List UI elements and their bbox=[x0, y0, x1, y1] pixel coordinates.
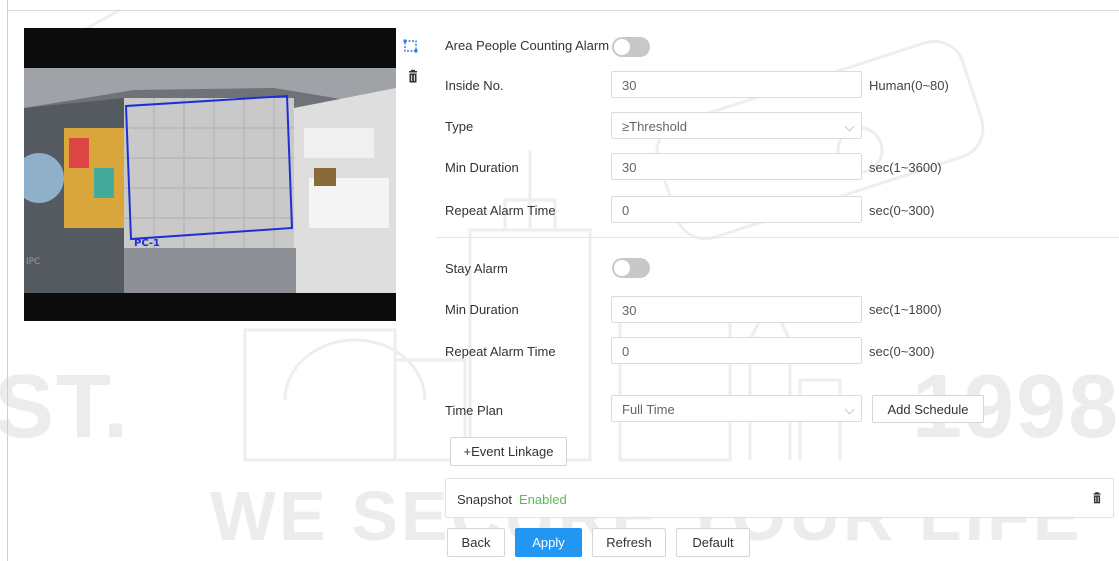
snapshot-label: Snapshot bbox=[457, 492, 512, 507]
min-duration-label: Min Duration bbox=[445, 160, 519, 175]
section-divider bbox=[436, 237, 1119, 238]
snapshot-row: Snapshot Enabled bbox=[445, 478, 1114, 518]
add-schedule-button[interactable]: Add Schedule bbox=[872, 395, 984, 423]
stay-repeat-alarm-unit: sec(0~300) bbox=[869, 344, 935, 359]
refresh-button[interactable]: Refresh bbox=[592, 528, 666, 557]
stay-min-duration-input[interactable]: 30 bbox=[611, 296, 862, 323]
area-alarm-toggle[interactable] bbox=[612, 37, 650, 57]
region-label: PC-1 bbox=[134, 238, 160, 249]
back-button[interactable]: Back bbox=[447, 528, 505, 557]
default-button[interactable]: Default bbox=[676, 528, 750, 557]
chevron-down-icon bbox=[844, 121, 855, 132]
type-select-value: ≥Threshold bbox=[622, 119, 687, 134]
chevron-down-icon bbox=[844, 404, 855, 415]
type-select[interactable]: ≥Threshold bbox=[611, 112, 862, 139]
stay-min-duration-label: Min Duration bbox=[445, 302, 519, 317]
repeat-alarm-unit: sec(0~300) bbox=[869, 203, 935, 218]
time-plan-label: Time Plan bbox=[445, 403, 504, 418]
min-duration-unit: sec(1~3600) bbox=[869, 160, 942, 175]
inside-no-unit: Human(0~80) bbox=[869, 78, 949, 93]
apply-button[interactable]: Apply bbox=[515, 528, 582, 557]
repeat-alarm-input[interactable]: 0 bbox=[611, 196, 862, 223]
stay-repeat-alarm-input[interactable]: 0 bbox=[611, 337, 862, 364]
video-preview[interactable]: PC-1 IPC bbox=[24, 28, 396, 321]
stay-alarm-label: Stay Alarm bbox=[445, 261, 508, 276]
frame-border-top bbox=[7, 10, 1119, 11]
trash-icon[interactable] bbox=[1090, 491, 1104, 506]
repeat-alarm-label: Repeat Alarm Time bbox=[445, 203, 556, 218]
time-plan-value: Full Time bbox=[622, 402, 675, 417]
stay-min-duration-unit: sec(1~1800) bbox=[869, 302, 942, 317]
snapshot-status: Enabled bbox=[519, 492, 567, 507]
event-linkage-button[interactable]: +Event Linkage bbox=[450, 437, 567, 466]
camera-frame: PC-1 bbox=[24, 68, 396, 293]
stay-alarm-toggle[interactable] bbox=[612, 258, 650, 278]
type-label: Type bbox=[445, 119, 474, 134]
frame-border-left bbox=[7, 0, 8, 561]
area-alarm-label: Area People Counting Alarm bbox=[445, 38, 610, 53]
stay-repeat-alarm-label: Repeat Alarm Time bbox=[445, 344, 556, 359]
toggle-knob bbox=[614, 260, 630, 276]
delete-icon[interactable] bbox=[405, 69, 421, 85]
video-corner-tag: IPC bbox=[26, 257, 41, 267]
toggle-knob bbox=[614, 39, 630, 55]
inside-no-label: Inside No. bbox=[445, 78, 504, 93]
inside-no-input[interactable]: 30 bbox=[611, 71, 862, 98]
time-plan-select[interactable]: Full Time bbox=[611, 395, 862, 422]
min-duration-input[interactable]: 30 bbox=[611, 153, 862, 180]
draw-region-icon[interactable] bbox=[403, 38, 419, 54]
